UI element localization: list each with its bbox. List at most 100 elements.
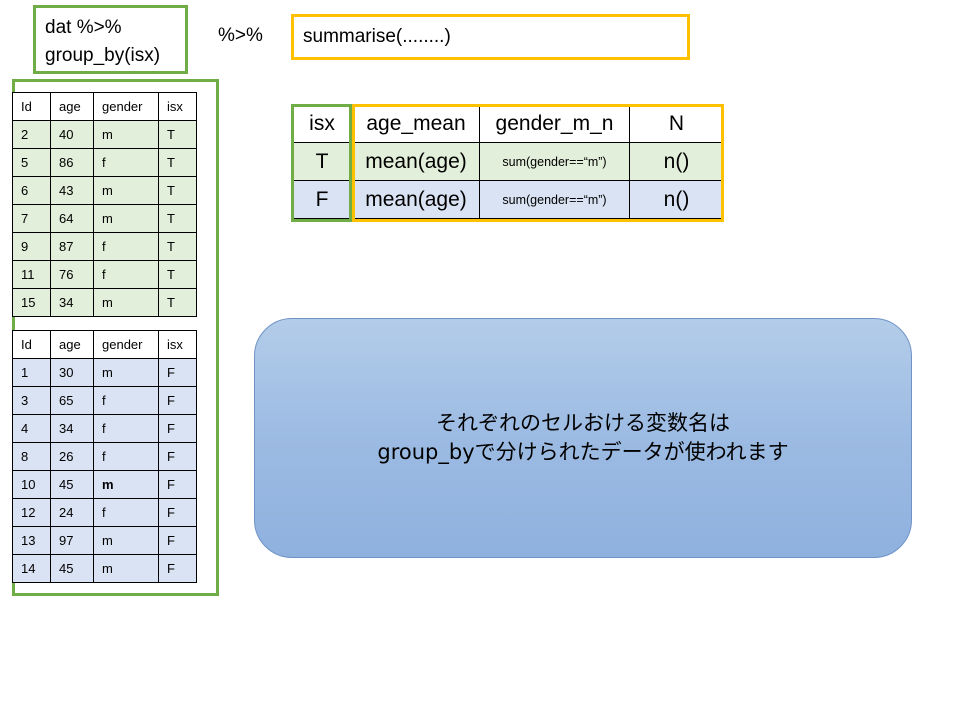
header-cell: gender: [93, 92, 159, 121]
summarise-code-text: summarise(........): [303, 26, 451, 47]
summary-cell: sum(gender==“m”): [479, 142, 630, 181]
table-cell: 11: [12, 260, 51, 289]
summary-cell: n(): [629, 180, 724, 219]
summary-header-cell: isx: [291, 104, 353, 143]
summary-cell: F: [291, 180, 353, 219]
table-cell: 8: [12, 442, 51, 471]
table-cell: 87: [50, 232, 94, 261]
summary-cell: sum(gender==“m”): [479, 180, 630, 219]
table-cell: f: [93, 232, 159, 261]
code-line-dat: dat %>%: [45, 17, 122, 38]
table-cell: 24: [50, 498, 94, 527]
table-cell: 26: [50, 442, 94, 471]
table-cell: T: [158, 148, 197, 177]
table-cell: 34: [50, 414, 94, 443]
table-cell: f: [93, 260, 159, 289]
summary-cell: n(): [629, 142, 724, 181]
table-cell: 14: [12, 554, 51, 583]
summary-header-row: isx age_mean gender_m_n N: [291, 104, 724, 143]
table-cell: 2: [12, 120, 51, 149]
table-cell: 7: [12, 204, 51, 233]
table-cell: F: [158, 470, 197, 499]
summary-row: F mean(age) sum(gender==“m”) n(): [291, 180, 724, 219]
table-cell: T: [158, 204, 197, 233]
table-cell: m: [93, 176, 159, 205]
table-cell: m: [93, 526, 159, 555]
table-cell: T: [158, 176, 197, 205]
table-row: 4 34 f F: [12, 414, 197, 443]
table-cell: 76: [50, 260, 94, 289]
table-cell: F: [158, 554, 197, 583]
table-row: 9 87 f T: [12, 232, 197, 261]
header-cell: isx: [158, 330, 197, 359]
table-row: 11 76 f T: [12, 260, 197, 289]
table-cell: m: [93, 554, 159, 583]
table-row: 15 34 m T: [12, 288, 197, 317]
header-cell: isx: [158, 92, 197, 121]
table-cell: m: [93, 288, 159, 317]
table-cell: 15: [12, 288, 51, 317]
table-cell: 64: [50, 204, 94, 233]
table-cell: 3: [12, 386, 51, 415]
table-cell: T: [158, 288, 197, 317]
table-row: 7 64 m T: [12, 204, 197, 233]
table-cell: 10: [12, 470, 51, 499]
table-cell: 30: [50, 358, 94, 387]
summary-cell: mean(age): [352, 142, 480, 181]
summary-cell: T: [291, 142, 353, 181]
table-cell: F: [158, 414, 197, 443]
table-row: 12 24 f F: [12, 498, 197, 527]
explanation-callout: それぞれのセルおける変数名は group_byで分けられたデータが使われます: [254, 318, 912, 558]
table-cell: F: [158, 442, 197, 471]
header-cell: age: [50, 330, 94, 359]
table-cell: F: [158, 358, 197, 387]
table-row: 14 45 m F: [12, 554, 197, 583]
group-by-code-box: dat %>% group_by(isx): [33, 5, 188, 74]
table-cell: 12: [12, 498, 51, 527]
table-row: 10 45 m F: [12, 470, 197, 499]
table-cell: 40: [50, 120, 94, 149]
table-header-row: Id age gender isx: [12, 330, 197, 359]
table-cell: F: [158, 386, 197, 415]
table-cell: 4: [12, 414, 51, 443]
table-cell: f: [93, 442, 159, 471]
table-header-row: Id age gender isx: [12, 92, 197, 121]
table-row: 3 65 f F: [12, 386, 197, 415]
summary-header-cell: age_mean: [352, 104, 480, 143]
table-row: 8 26 f F: [12, 442, 197, 471]
table-cell: 1: [12, 358, 51, 387]
summary-table: isx age_mean gender_m_n N T mean(age) su…: [291, 104, 724, 219]
header-cell: gender: [93, 330, 159, 359]
summarise-code-box: summarise(........): [291, 14, 690, 60]
table-cell: T: [158, 120, 197, 149]
summary-table-wrapper: isx age_mean gender_m_n N T mean(age) su…: [291, 104, 724, 219]
table-cell: 97: [50, 526, 94, 555]
table-cell: m: [93, 204, 159, 233]
table-row: 5 86 f T: [12, 148, 197, 177]
group-table-F: Id age gender isx 1 30 m F 3 65 f F 4 34…: [12, 330, 197, 583]
table-cell: m: [93, 358, 159, 387]
callout-line-2: group_byで分けられたデータが使われます: [377, 440, 789, 464]
table-cell: 6: [12, 176, 51, 205]
header-cell: Id: [12, 92, 51, 121]
summary-header-cell: gender_m_n: [479, 104, 630, 143]
summary-header-cell: N: [629, 104, 724, 143]
header-cell: age: [50, 92, 94, 121]
summary-row: T mean(age) sum(gender==“m”) n(): [291, 142, 724, 181]
table-cell: 43: [50, 176, 94, 205]
table-cell: f: [93, 386, 159, 415]
group-table-T: Id age gender isx 2 40 m T 5 86 f T 6 43…: [12, 92, 197, 317]
table-cell: F: [158, 526, 197, 555]
table-cell: 5: [12, 148, 51, 177]
summary-cell: mean(age): [352, 180, 480, 219]
table-cell: F: [158, 498, 197, 527]
table-cell: 86: [50, 148, 94, 177]
code-line-group-by: group_by(isx): [45, 45, 161, 66]
header-cell: Id: [12, 330, 51, 359]
pipe-operator-label: %>%: [218, 25, 263, 46]
callout-line-1: それぞれのセルおける変数名は: [436, 411, 730, 435]
table-cell: m: [93, 470, 159, 499]
table-cell: 13: [12, 526, 51, 555]
table-cell: 9: [12, 232, 51, 261]
table-cell: f: [93, 148, 159, 177]
